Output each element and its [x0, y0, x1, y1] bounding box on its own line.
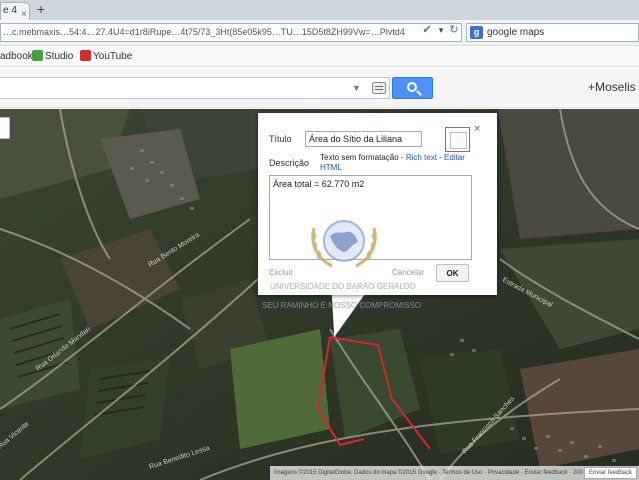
- format-options: Texto sem formatação - Rich text - Edita…: [320, 153, 465, 172]
- dropdown-arrow-icon[interactable]: ▾: [434, 23, 448, 37]
- delete-button[interactable]: Excluir: [269, 264, 293, 282]
- watermark-text: UNIVERSIDADE DO BARÃO GERALDO: [270, 282, 416, 291]
- ok-button[interactable]: OK: [436, 264, 469, 282]
- bookmarks-bar: adbook Studio YouTube: [0, 47, 639, 67]
- placemark-style-button[interactable]: [445, 127, 470, 152]
- cancel-button[interactable]: Cancelar: [392, 264, 424, 282]
- map-collapse-control[interactable]: [0, 117, 10, 139]
- maps-search-input[interactable]: ▼: [0, 77, 390, 99]
- bookmark-item[interactable]: adbook: [0, 47, 33, 67]
- user-link[interactable]: +Moselis: [588, 80, 636, 94]
- bookmark-label: Studio: [45, 51, 74, 62]
- keyboard-icon[interactable]: [372, 82, 386, 94]
- address-text: …c.mebmaxis…54:4…27.4U4=d1r8iRupe…4t75/7…: [3, 27, 405, 37]
- youtube-icon: [80, 50, 91, 61]
- title-label: Título: [269, 134, 292, 144]
- format-rich-option[interactable]: Rich text: [406, 153, 437, 162]
- search-engine-icon: g: [470, 26, 483, 39]
- browser-tab-strip: e 4 × +: [0, 0, 639, 20]
- watermark-logo: [311, 220, 377, 268]
- maps-search-button[interactable]: [392, 77, 433, 99]
- title-input[interactable]: Área do Sítio da Liliana: [305, 131, 422, 147]
- bookmark-studio-icon: [32, 50, 43, 61]
- search-icon: [407, 82, 417, 92]
- browser-search-input[interactable]: g google maps: [466, 23, 639, 42]
- browser-search-text: google maps: [487, 27, 545, 38]
- bookmark-item[interactable]: Studio: [32, 47, 73, 67]
- new-tab-button[interactable]: +: [34, 1, 48, 17]
- browser-navbar: …c.mebmaxis…54:4…27.4U4=d1r8iRupe…4t75/7…: [0, 20, 639, 46]
- description-label: Descrição: [269, 158, 310, 168]
- feedback-button[interactable]: Enviar feedback: [584, 467, 637, 479]
- bookmark-label: YouTube: [93, 51, 133, 62]
- format-plain-option[interactable]: Texto sem formatação: [320, 153, 399, 162]
- close-icon[interactable]: ×: [474, 123, 480, 135]
- description-text: Área total = 62.770 m2: [273, 179, 365, 189]
- bookmark-label: adbook: [0, 51, 33, 62]
- address-bar[interactable]: …c.mebmaxis…54:4…27.4U4=d1r8iRupe…4t75/7…: [0, 23, 462, 42]
- browser-tab-label: e 4: [3, 5, 17, 16]
- bookmark-item[interactable]: YouTube: [80, 47, 132, 67]
- search-dropdown-icon[interactable]: ▼: [352, 83, 361, 93]
- refresh-icon[interactable]: ↻: [447, 23, 461, 37]
- browser-tab[interactable]: e 4 ×: [0, 2, 30, 20]
- maps-header: ▼ +Moselis: [0, 68, 639, 108]
- secure-check-icon: ✔: [422, 24, 432, 36]
- tab-close-icon[interactable]: ×: [21, 7, 27, 20]
- watermark-slogan: SEU RAMINHO É NOSSO COMPROMISSO: [262, 301, 422, 310]
